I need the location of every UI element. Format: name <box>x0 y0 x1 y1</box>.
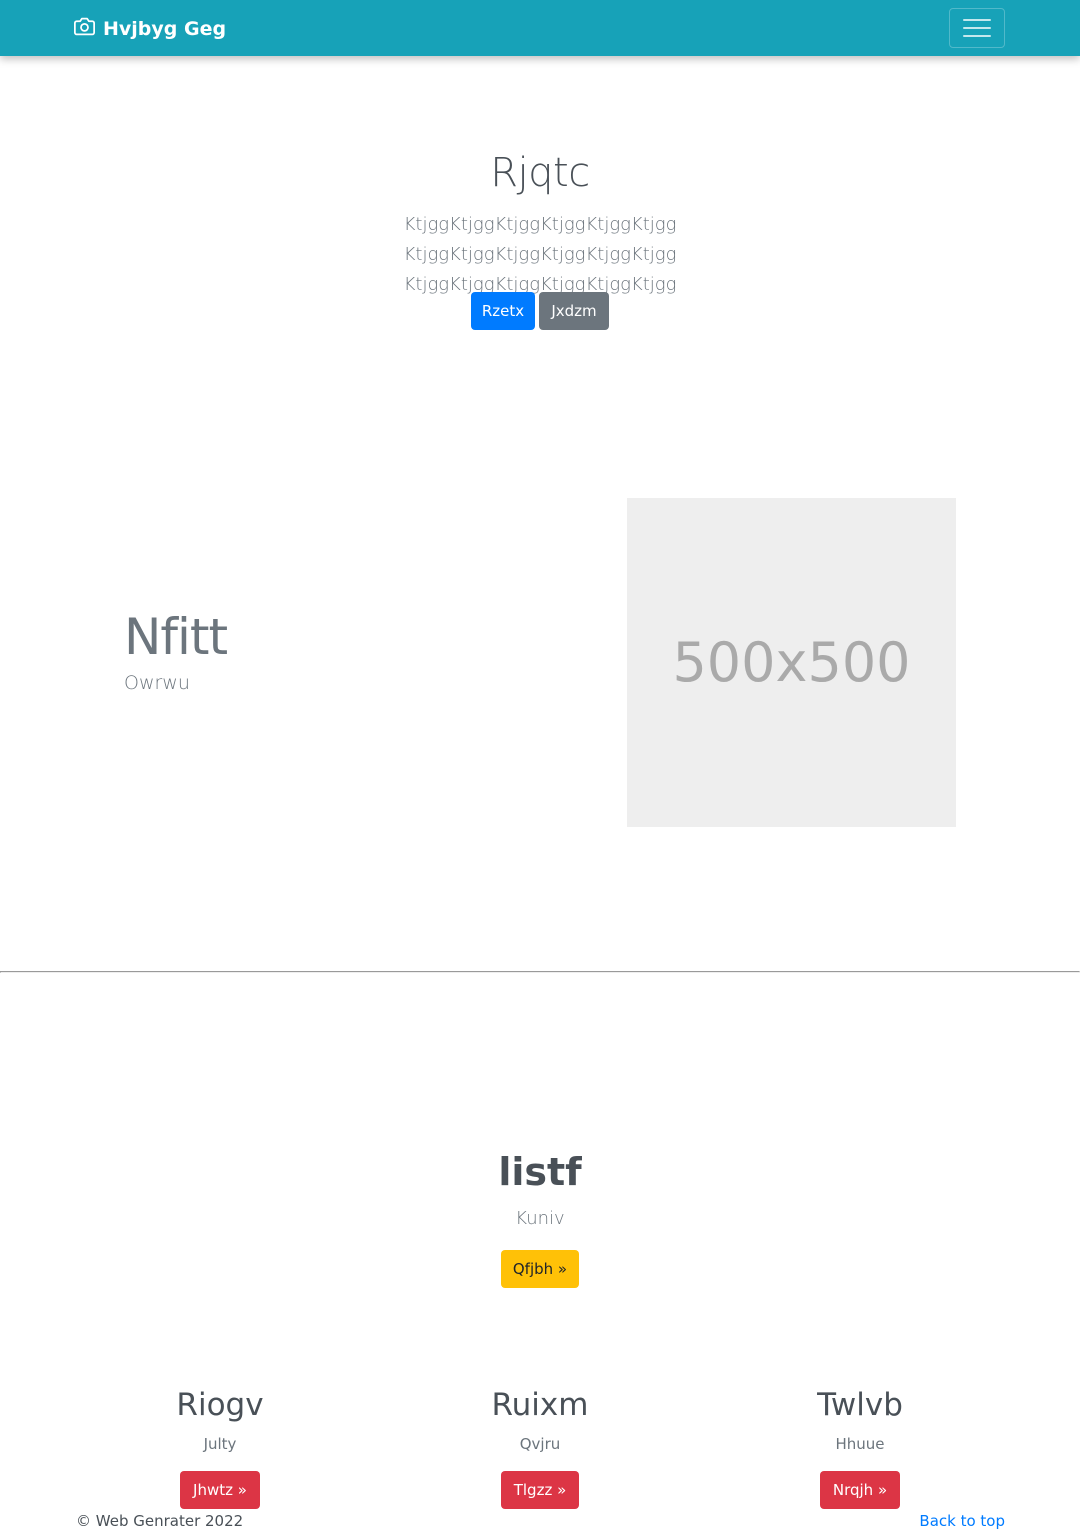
column-button[interactable]: Nrqjh » <box>819 1471 901 1509</box>
column-text: Hhuue <box>835 1435 885 1453</box>
back-to-top-link[interactable]: Back to top <box>919 1512 1005 1530</box>
footer-copyright: © Web Genrater 2022 <box>76 1512 244 1530</box>
column-title: Riogv <box>176 1387 264 1423</box>
hamburger-menu-icon <box>963 19 991 21</box>
hero-title: Rjqtc <box>490 150 590 196</box>
column-card: Ruixm Qvjru Tlgzz » <box>420 1385 660 1509</box>
column-card: Twlvb Hhuue Nrqjh » <box>740 1385 980 1509</box>
column-button[interactable]: Jhwtz » <box>180 1471 260 1509</box>
hamburger-menu-icon-bar <box>963 35 991 37</box>
list-section-subtitle: Kuniv <box>515 1208 565 1229</box>
column-title: Twlvb <box>817 1387 903 1423</box>
camera-icon <box>74 16 95 42</box>
hero-lead-text: KtjggKtjggKtjggKtjggKtjggKtjgg KtjggKtjg… <box>403 214 677 295</box>
feature-heading: Nfitt <box>124 608 228 666</box>
hero-primary-button[interactable]: Rzetx <box>471 292 535 330</box>
placeholder-label: 500x500 <box>672 631 911 694</box>
hamburger-menu-icon-bar <box>963 27 991 29</box>
list-section-button[interactable]: Qfjbh » <box>501 1250 579 1288</box>
list-section-title: listf <box>498 1150 582 1194</box>
navbar-brand[interactable]: Hvjbyg Geg <box>74 15 226 43</box>
column-text: Julty <box>203 1435 237 1453</box>
column-text: Qvjru <box>519 1435 561 1453</box>
navbar: Hvjbyg Geg <box>0 0 1080 56</box>
column-title: Ruixm <box>491 1387 589 1423</box>
brand-label: Hvjbyg Geg <box>103 18 227 40</box>
column-button[interactable]: Tlgzz » <box>500 1471 580 1509</box>
section-divider <box>0 971 1080 973</box>
column-card: Riogv Julty Jhwtz » <box>100 1385 340 1509</box>
navbar-toggler-button[interactable] <box>949 8 1005 48</box>
feature-image-placeholder: 500x500 <box>627 498 956 827</box>
hero-secondary-button[interactable]: Jxdzm <box>539 292 609 330</box>
feature-subheading: Owrwu <box>124 672 190 694</box>
